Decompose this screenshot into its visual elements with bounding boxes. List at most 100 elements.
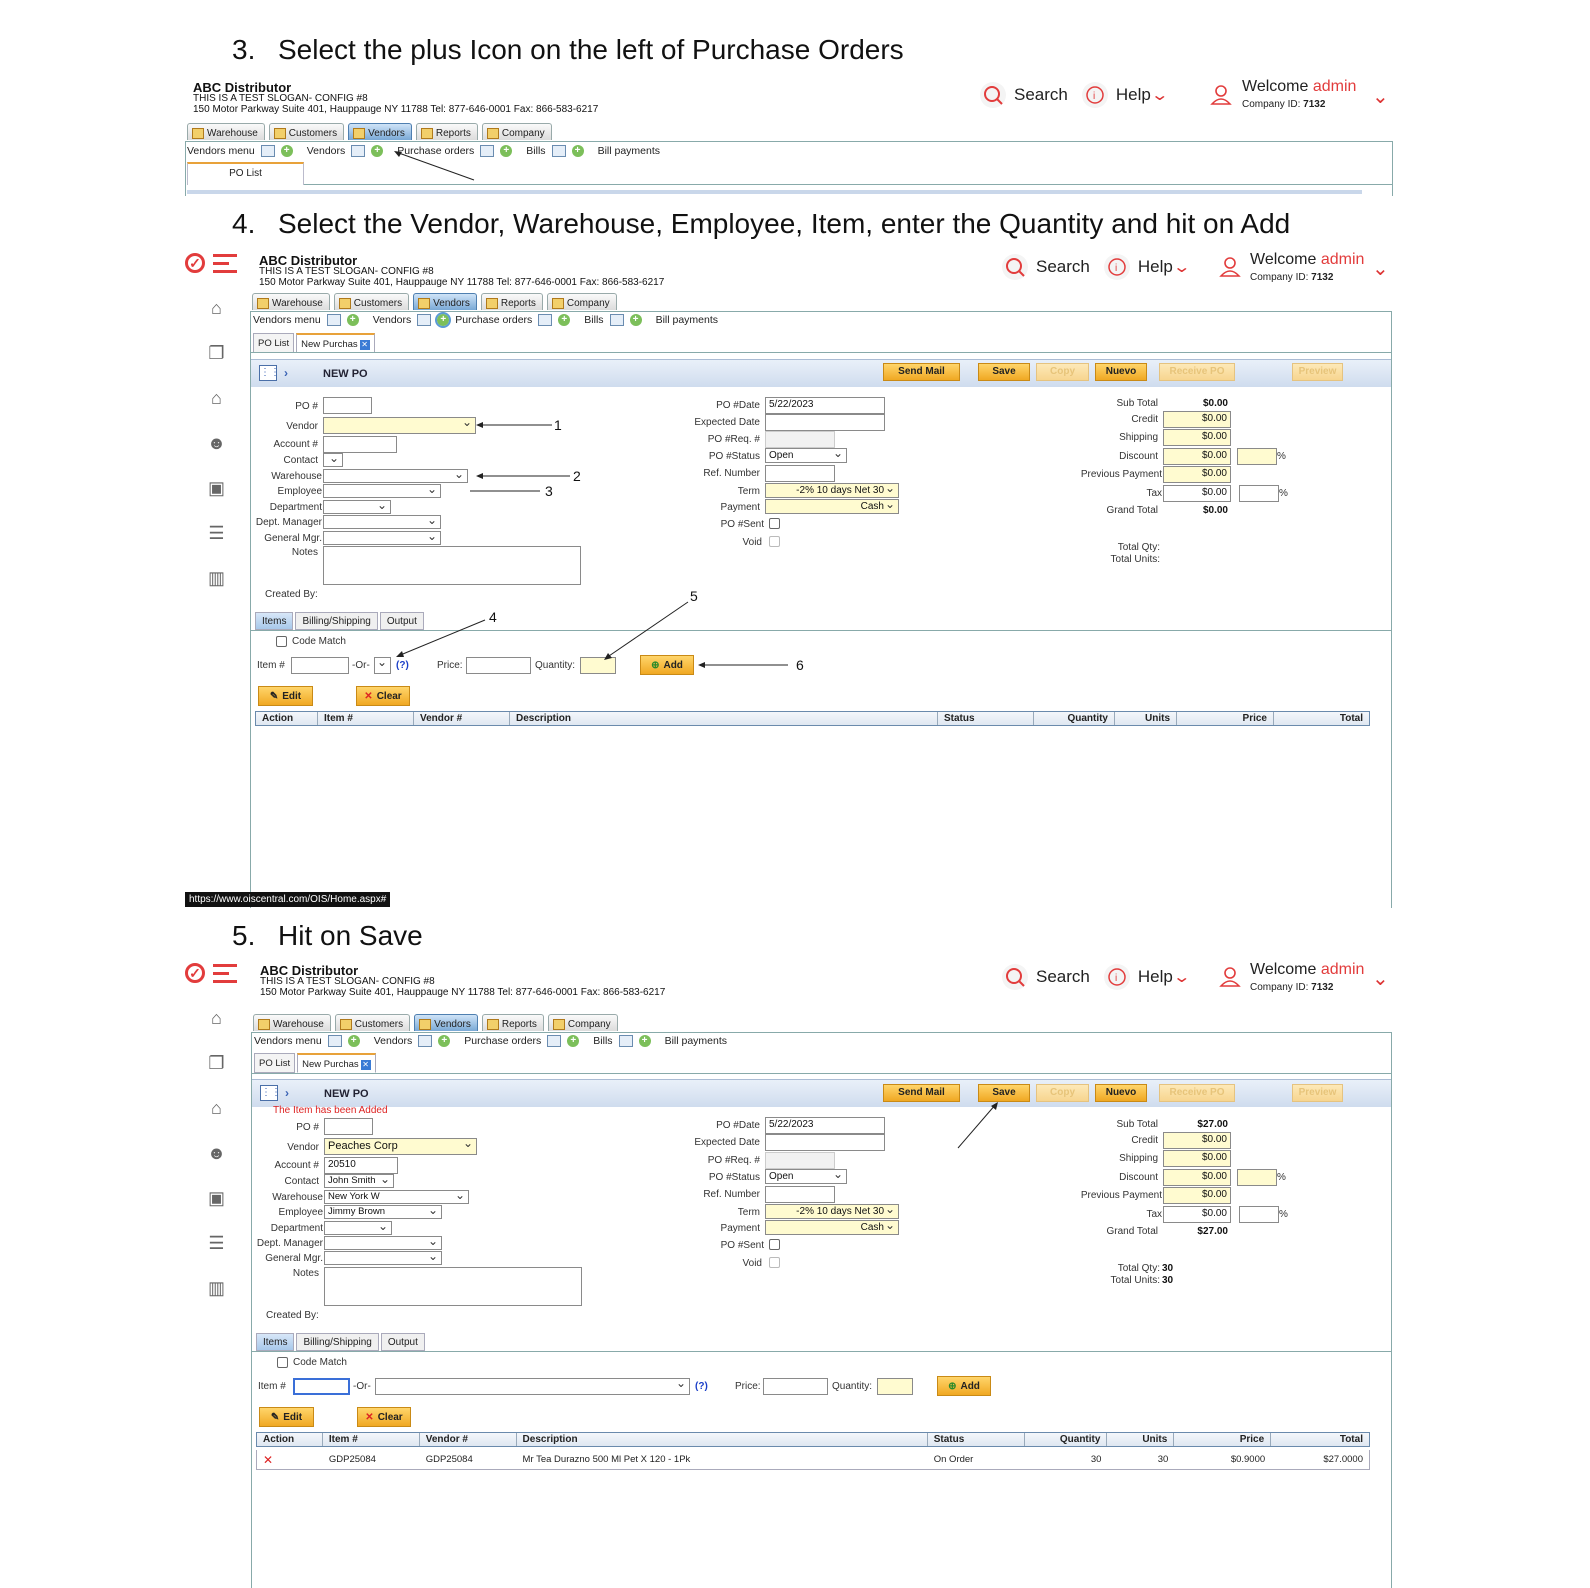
plus-icon[interactable]: + bbox=[558, 314, 571, 326]
list-icon[interactable] bbox=[417, 314, 432, 326]
employee-select[interactable]: Jimmy Brown bbox=[324, 1205, 442, 1219]
code-match-checkbox[interactable] bbox=[277, 1357, 288, 1368]
tab-customers[interactable]: Customers bbox=[333, 293, 410, 310]
help-button[interactable]: i Help ⌄ bbox=[1081, 82, 1169, 108]
tab-reports[interactable]: Reports bbox=[415, 123, 478, 140]
search-button[interactable]: Search bbox=[1002, 254, 1090, 280]
preview-button[interactable]: Preview bbox=[1292, 363, 1343, 381]
tab-reports[interactable]: Reports bbox=[480, 293, 543, 310]
plus-icon[interactable]: + bbox=[629, 314, 642, 326]
tax-percent-input[interactable] bbox=[1239, 485, 1279, 502]
shipping-input[interactable]: $0.00 bbox=[1163, 429, 1231, 446]
item-select[interactable] bbox=[374, 657, 391, 674]
plus-icon[interactable]: + bbox=[371, 145, 384, 157]
price-input[interactable] bbox=[763, 1378, 828, 1395]
chevron-down-icon[interactable]: ⌄ bbox=[1372, 84, 1389, 109]
menu-bill-payments[interactable]: Bill payments bbox=[598, 145, 660, 157]
code-match-checkbox[interactable] bbox=[276, 636, 287, 647]
clear-button[interactable]: ✕ Clear bbox=[357, 1407, 411, 1427]
welcome-block[interactable]: Welcome admin Company ID: 7132 bbox=[1250, 251, 1364, 287]
briefcase-icon[interactable]: ▣ bbox=[208, 1188, 225, 1209]
warehouse-select[interactable]: New York W bbox=[324, 1190, 469, 1204]
plus-icon[interactable]: + bbox=[567, 1035, 580, 1047]
list-icon[interactable] bbox=[327, 1035, 342, 1047]
menu-vendors-menu[interactable]: Vendors menu bbox=[254, 1035, 322, 1047]
menu-icon[interactable] bbox=[213, 253, 237, 273]
dept-manager-select[interactable] bbox=[324, 1236, 442, 1250]
previous-payment-input[interactable]: $0.00 bbox=[1163, 466, 1231, 483]
po-number-input[interactable] bbox=[323, 397, 372, 414]
building-icon[interactable]: ▥ bbox=[208, 568, 225, 589]
account-input[interactable] bbox=[323, 436, 397, 453]
menu-vendors-menu[interactable]: Vendors menu bbox=[253, 314, 321, 326]
vendor-select[interactable] bbox=[323, 417, 476, 434]
contact-select[interactable]: John Smith bbox=[324, 1174, 394, 1188]
grid-icon[interactable]: ⋮⋮ bbox=[259, 365, 280, 381]
copy-button[interactable]: Copy bbox=[1036, 363, 1089, 381]
tax-input[interactable]: $0.00 bbox=[1163, 1206, 1231, 1223]
discount-percent-input[interactable] bbox=[1237, 448, 1277, 465]
tab-customers[interactable]: Customers bbox=[334, 1014, 411, 1031]
receive-po-button[interactable]: Receive PO bbox=[1159, 363, 1235, 381]
tab-warehouse[interactable]: Warehouse bbox=[253, 1014, 331, 1031]
users-icon[interactable]: ☻ bbox=[207, 1143, 226, 1164]
plus-icon[interactable]: + bbox=[500, 145, 513, 157]
close-icon[interactable]: ✕ bbox=[360, 1060, 371, 1070]
send-mail-button[interactable]: Send Mail bbox=[883, 1084, 960, 1102]
list-icon[interactable] bbox=[618, 1035, 633, 1047]
tab-po-list[interactable]: PO List bbox=[253, 333, 295, 353]
menu-vendors-menu[interactable]: Vendors menu bbox=[187, 145, 255, 157]
search-button[interactable]: Search bbox=[980, 82, 1068, 108]
list-icon[interactable] bbox=[609, 314, 624, 326]
list-icon[interactable] bbox=[326, 314, 341, 326]
tab-billing-shipping[interactable]: Billing/Shipping bbox=[295, 612, 378, 630]
dept-manager-select[interactable] bbox=[323, 515, 441, 529]
welcome-block[interactable]: Welcome admin Company ID: 7132 bbox=[1242, 78, 1356, 114]
help-button[interactable]: i Help ⌄ bbox=[1103, 964, 1191, 990]
plus-icon[interactable]: + bbox=[435, 312, 452, 328]
tab-output[interactable]: Output bbox=[380, 1333, 425, 1351]
po-sent-checkbox[interactable] bbox=[769, 1239, 780, 1250]
delete-row-icon[interactable]: ✕ bbox=[257, 1452, 323, 1468]
close-icon[interactable]: ✕ bbox=[359, 340, 370, 350]
tab-warehouse[interactable]: Warehouse bbox=[187, 123, 265, 140]
list-icon[interactable] bbox=[551, 145, 566, 157]
chevron-right-icon[interactable]: › bbox=[285, 1086, 289, 1100]
warehouse-icon[interactable]: ⌂ bbox=[211, 1098, 222, 1119]
list-icon[interactable] bbox=[351, 145, 366, 157]
save-button[interactable]: Save bbox=[978, 363, 1030, 381]
tab-vendors[interactable]: Vendors bbox=[348, 123, 412, 140]
tab-items[interactable]: Items bbox=[256, 1333, 295, 1351]
menu-bills[interactable]: Bills bbox=[593, 1035, 612, 1047]
item-number-input[interactable] bbox=[291, 657, 349, 674]
receive-po-button[interactable]: Receive PO bbox=[1159, 1084, 1235, 1102]
menu-bill-payments[interactable]: Bill payments bbox=[665, 1035, 727, 1047]
list-icon[interactable] bbox=[480, 145, 495, 157]
chevron-right-icon[interactable]: › bbox=[284, 366, 288, 380]
nuevo-button[interactable]: Nuevo bbox=[1095, 1084, 1147, 1102]
account-input[interactable]: 20510 bbox=[324, 1157, 398, 1174]
discount-percent-input[interactable] bbox=[1237, 1169, 1277, 1186]
grid-icon[interactable]: ⋮⋮ bbox=[260, 1085, 281, 1101]
employee-select[interactable] bbox=[323, 484, 441, 498]
tab-reports[interactable]: Reports bbox=[481, 1014, 544, 1031]
plus-icon[interactable]: + bbox=[347, 1035, 360, 1047]
menu-purchase-orders[interactable]: Purchase orders bbox=[464, 1035, 541, 1047]
tab-new-purchase[interactable]: New Purchas ✕ bbox=[297, 1053, 376, 1073]
menu-bills[interactable]: Bills bbox=[526, 145, 545, 157]
tab-warehouse[interactable]: Warehouse bbox=[252, 293, 330, 310]
plus-icon[interactable]: + bbox=[280, 145, 293, 157]
menu-purchase-orders[interactable]: Purchase orders bbox=[455, 314, 532, 326]
payment-select[interactable]: Cash bbox=[765, 1220, 899, 1235]
tab-customers[interactable]: Customers bbox=[268, 123, 345, 140]
ref-number-input[interactable] bbox=[765, 1186, 835, 1203]
department-select[interactable] bbox=[324, 1221, 392, 1235]
building-icon[interactable]: ▥ bbox=[208, 1278, 225, 1299]
menu-vendors[interactable]: Vendors bbox=[374, 1035, 413, 1047]
tab-po-list[interactable]: PO List bbox=[254, 1053, 296, 1073]
discount-input[interactable]: $0.00 bbox=[1163, 1169, 1231, 1186]
home-icon[interactable]: ⌂ bbox=[211, 1008, 222, 1029]
search-button[interactable]: Search bbox=[1002, 964, 1090, 990]
documents-icon[interactable]: ❐ bbox=[208, 343, 224, 364]
tab-vendors[interactable]: Vendors bbox=[413, 293, 477, 310]
